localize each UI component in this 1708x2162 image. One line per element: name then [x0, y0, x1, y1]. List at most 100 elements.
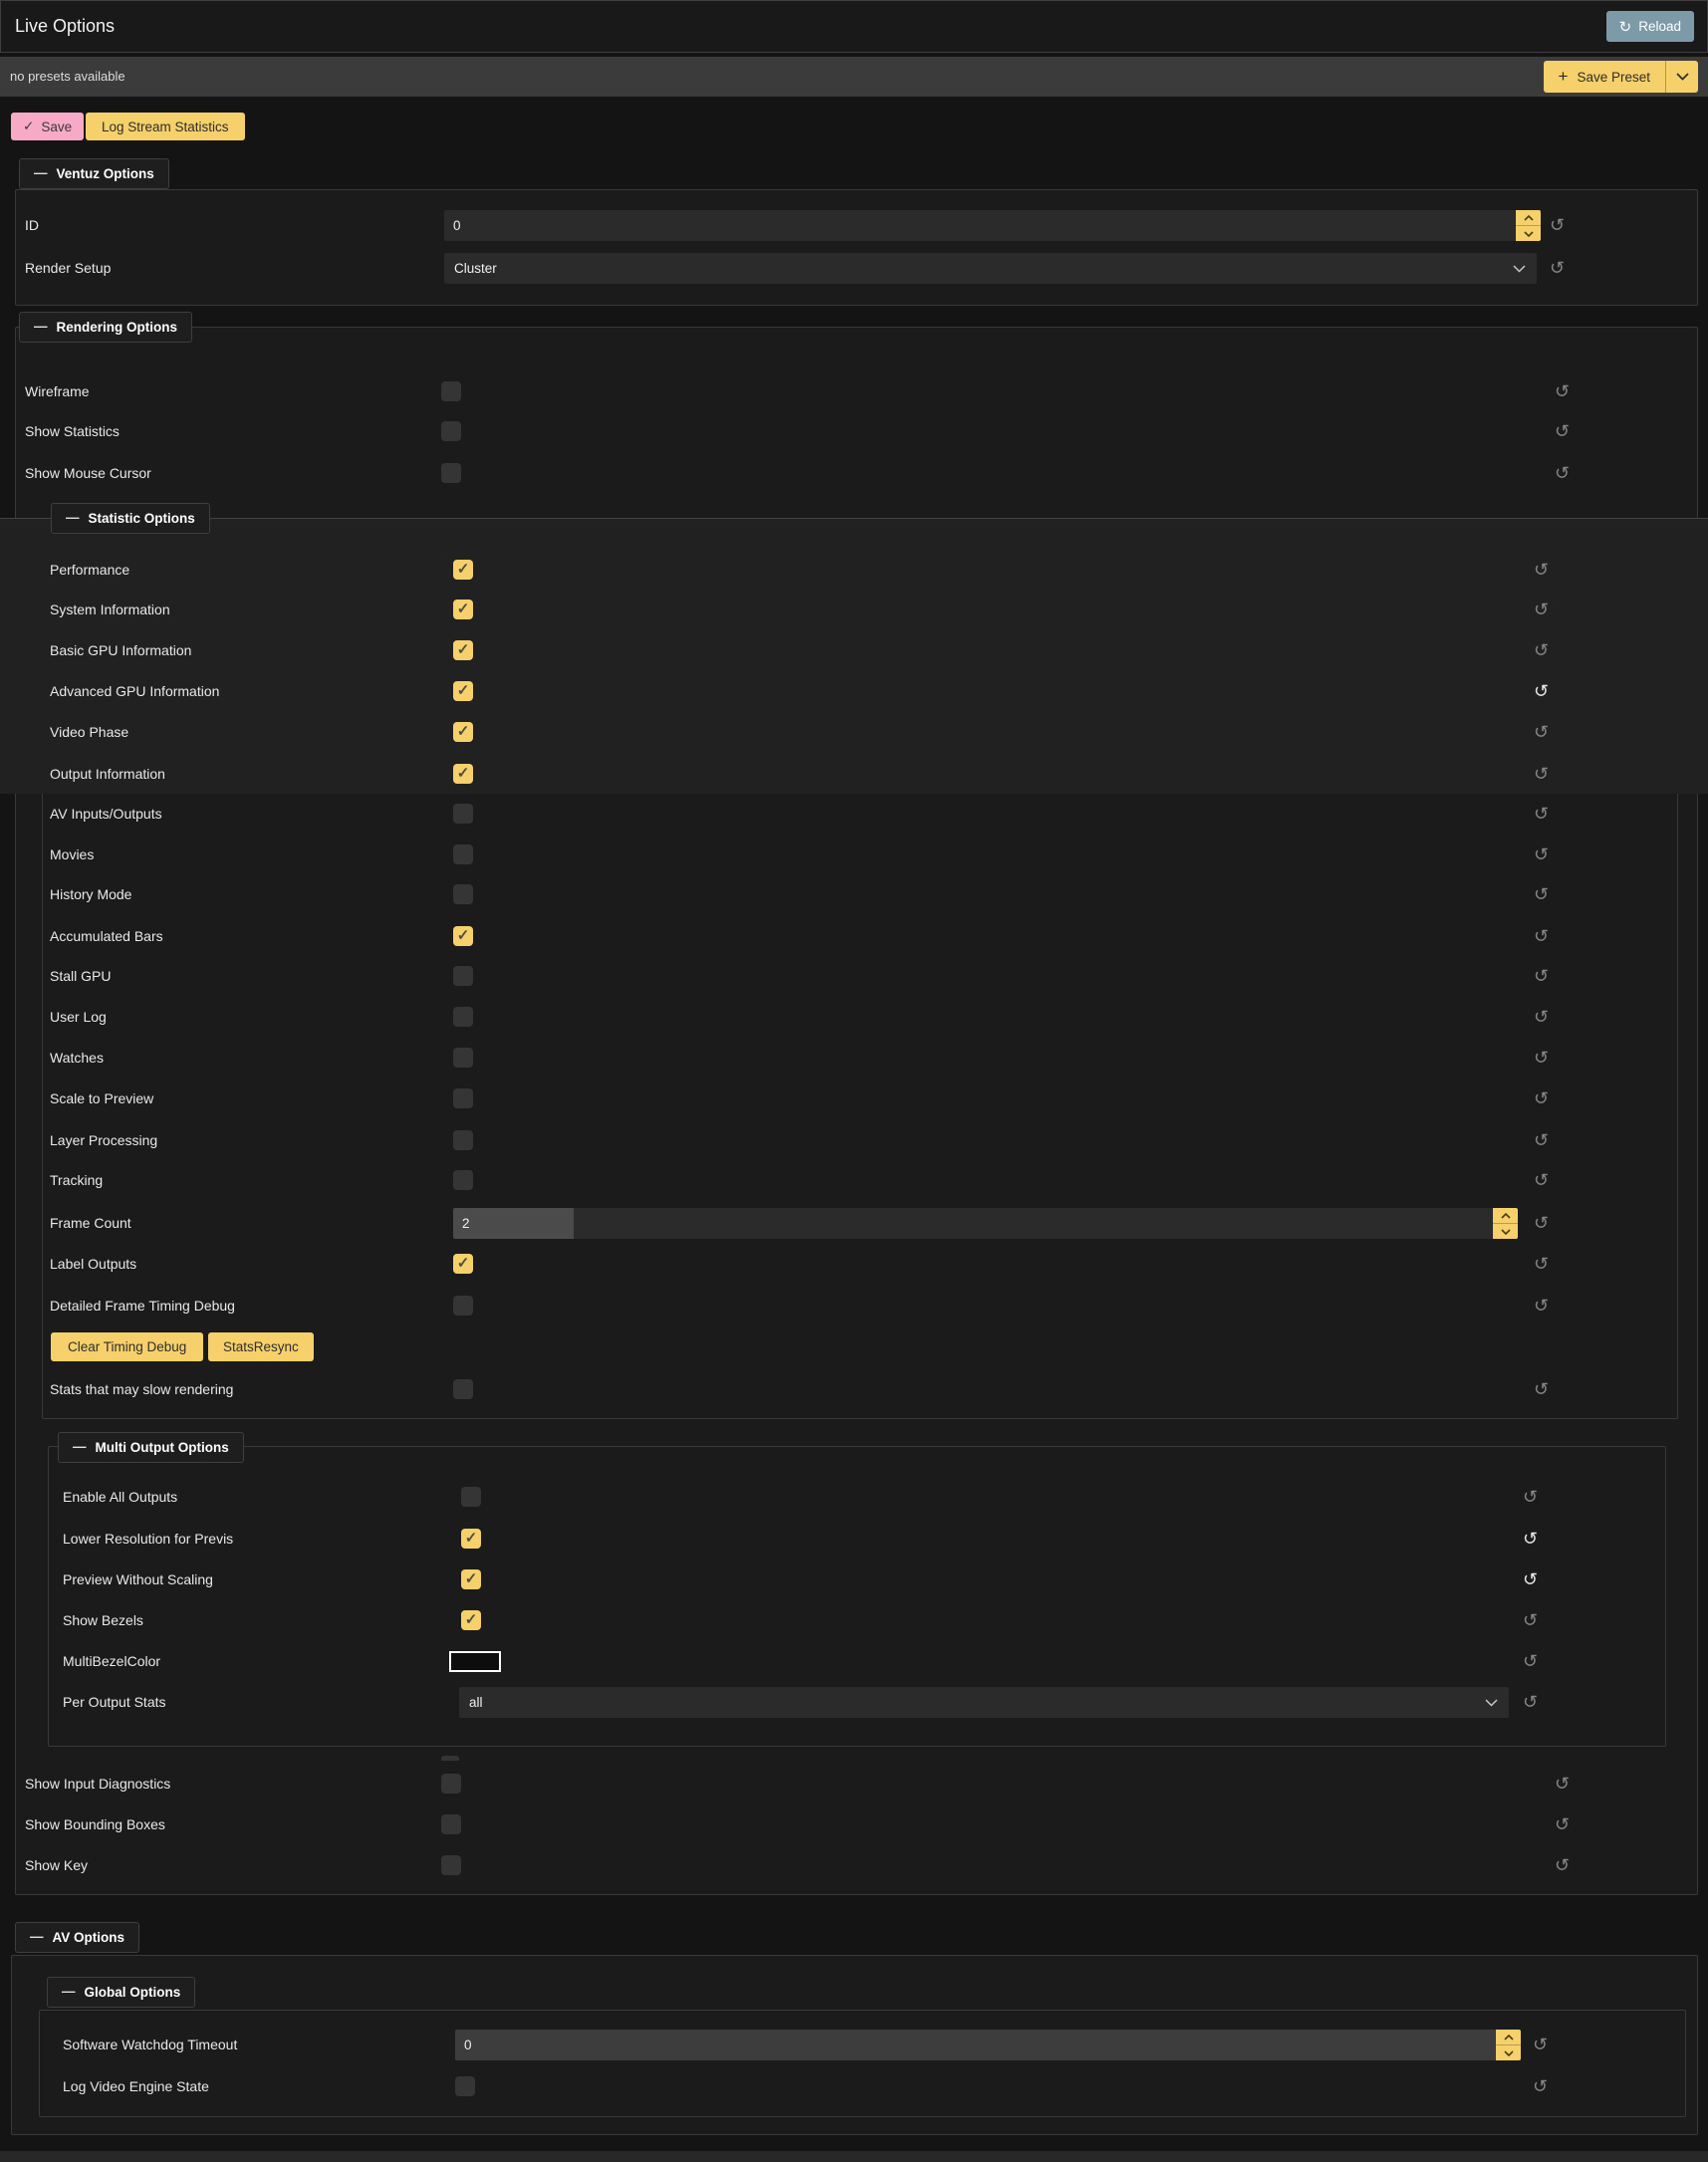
render-setup-select[interactable]: Cluster — [444, 253, 1537, 284]
collapse-icon: — — [34, 319, 48, 334]
detailed-frame-timing-checkbox[interactable]: ✓ — [453, 1296, 473, 1316]
basic-gpu-information-checkbox[interactable]: ✓ — [453, 640, 473, 660]
reset-icon[interactable]: ↺ — [1550, 253, 1565, 284]
reset-icon[interactable]: ↺ — [1534, 1043, 1549, 1073]
spin-up-icon[interactable] — [1493, 1208, 1518, 1223]
global-options-header[interactable]: — Global Options — [47, 1977, 195, 2008]
show-bezels-checkbox[interactable]: ✓ — [461, 1610, 481, 1630]
reset-icon[interactable]: ↺ — [1534, 1002, 1549, 1032]
reset-icon[interactable]: ↺ — [1523, 1605, 1538, 1635]
spin-up-icon[interactable] — [1516, 210, 1541, 225]
preview-without-scaling-checkbox[interactable]: ✓ — [461, 1569, 481, 1589]
reset-icon[interactable]: ↺ — [1534, 676, 1549, 706]
id-input[interactable]: 0 — [444, 210, 1516, 241]
reset-icon[interactable]: ↺ — [1534, 879, 1549, 909]
bezel-color-swatch[interactable] — [449, 1651, 501, 1672]
save-preset-dropdown-button[interactable] — [1666, 61, 1698, 93]
show-input-diagnostics-checkbox[interactable]: ✓ — [441, 1774, 461, 1794]
reload-button[interactable]: ↻ Reload — [1606, 11, 1694, 42]
watchdog-spinner[interactable] — [1496, 2030, 1521, 2060]
reset-icon[interactable]: ↺ — [1534, 595, 1549, 624]
log-video-engine-checkbox[interactable]: ✓ — [455, 2076, 475, 2096]
reset-icon[interactable]: ↺ — [1550, 210, 1565, 241]
advanced-gpu-information-checkbox[interactable]: ✓ — [453, 681, 473, 701]
reset-icon[interactable]: ↺ — [1555, 1769, 1570, 1799]
reset-icon[interactable]: ↺ — [1533, 2071, 1548, 2101]
wireframe-checkbox[interactable]: ✓ — [441, 381, 461, 401]
per-output-stats-select[interactable]: all — [459, 1687, 1509, 1718]
spin-up-icon[interactable] — [1496, 2030, 1521, 2044]
spin-down-icon[interactable] — [1516, 225, 1541, 241]
stats-resync-button[interactable]: StatsResync — [208, 1332, 314, 1361]
show-bounding-boxes-checkbox[interactable]: ✓ — [441, 1814, 461, 1834]
output-information-checkbox[interactable]: ✓ — [453, 764, 473, 784]
save-button[interactable]: ✓ Save — [11, 113, 84, 140]
reset-icon[interactable]: ↺ — [1533, 2030, 1548, 2060]
watches-checkbox[interactable]: ✓ — [453, 1048, 473, 1068]
av-inputs-outputs-checkbox[interactable]: ✓ — [453, 804, 473, 824]
performance-checkbox[interactable]: ✓ — [453, 560, 473, 580]
reset-icon[interactable]: ↺ — [1534, 555, 1549, 585]
spin-down-icon[interactable] — [1496, 2044, 1521, 2060]
save-preset-button[interactable]: + Save Preset — [1544, 61, 1665, 93]
tracking-checkbox[interactable]: ✓ — [453, 1170, 473, 1190]
reset-icon[interactable]: ↺ — [1555, 376, 1570, 406]
reset-icon[interactable]: ↺ — [1534, 717, 1549, 747]
per-output-stats-label: Per Output Stats — [63, 1687, 166, 1718]
show-statistics-checkbox[interactable]: ✓ — [441, 421, 461, 441]
accumulated-bars-checkbox[interactable]: ✓ — [453, 926, 473, 946]
layer-processing-checkbox[interactable]: ✓ — [453, 1130, 473, 1150]
spin-down-icon[interactable] — [1493, 1223, 1518, 1239]
reset-icon[interactable]: ↺ — [1523, 1646, 1538, 1676]
show-key-checkbox[interactable]: ✓ — [441, 1855, 461, 1875]
frame-count-input[interactable]: 2 — [453, 1208, 1493, 1239]
stall-gpu-checkbox[interactable]: ✓ — [453, 966, 473, 986]
reset-icon[interactable]: ↺ — [1534, 1165, 1549, 1195]
enable-all-outputs-checkbox[interactable]: ✓ — [461, 1487, 481, 1507]
av-options-header[interactable]: — AV Options — [15, 1922, 139, 1953]
reset-icon[interactable]: ↺ — [1523, 1687, 1538, 1718]
id-spinner[interactable] — [1516, 210, 1541, 241]
lower-resolution-previs-checkbox[interactable]: ✓ — [461, 1529, 481, 1549]
reset-icon[interactable]: ↺ — [1555, 458, 1570, 488]
show-mouse-cursor-checkbox[interactable]: ✓ — [441, 463, 461, 483]
log-stream-statistics-button[interactable]: Log Stream Statistics — [86, 113, 245, 140]
frame-count-spinner[interactable] — [1493, 1208, 1518, 1239]
label-outputs-checkbox[interactable]: ✓ — [453, 1254, 473, 1274]
reset-icon[interactable]: ↺ — [1555, 1809, 1570, 1839]
reset-icon[interactable]: ↺ — [1523, 1524, 1538, 1554]
rendering-options-header[interactable]: — Rendering Options — [19, 312, 192, 343]
reset-icon[interactable]: ↺ — [1534, 1374, 1549, 1404]
reset-icon[interactable]: ↺ — [1534, 1125, 1549, 1155]
history-mode-checkbox[interactable]: ✓ — [453, 884, 473, 904]
reset-icon[interactable]: ↺ — [1555, 1850, 1570, 1880]
scale-to-preview-checkbox[interactable]: ✓ — [453, 1088, 473, 1108]
clear-timing-debug-button[interactable]: Clear Timing Debug — [51, 1332, 203, 1361]
reset-icon[interactable]: ↺ — [1534, 1291, 1549, 1321]
reset-icon[interactable]: ↺ — [1523, 1564, 1538, 1594]
watchdog-input[interactable]: 0 — [455, 2030, 1496, 2060]
video-phase-checkbox[interactable]: ✓ — [453, 722, 473, 742]
reset-icon[interactable]: ↺ — [1534, 840, 1549, 869]
system-information-checkbox[interactable]: ✓ — [453, 600, 473, 619]
option-label: Show Mouse Cursor — [25, 458, 151, 488]
multi-output-options-header[interactable]: — Multi Output Options — [58, 1432, 244, 1463]
slow-stats-checkbox[interactable]: ✓ — [453, 1379, 473, 1399]
ventuz-options-header[interactable]: — Ventuz Options — [19, 158, 169, 189]
reset-icon[interactable]: ↺ — [1534, 799, 1549, 829]
reset-icon[interactable]: ↺ — [1534, 961, 1549, 991]
user-log-checkbox[interactable]: ✓ — [453, 1007, 473, 1027]
reset-icon[interactable]: ↺ — [1523, 1482, 1538, 1512]
reset-icon[interactable]: ↺ — [1534, 1208, 1549, 1239]
movies-checkbox[interactable]: ✓ — [453, 844, 473, 864]
save-preset-split-button[interactable]: + Save Preset — [1544, 61, 1698, 93]
reset-icon[interactable]: ↺ — [1534, 635, 1549, 665]
horizontal-scrollbar[interactable] — [0, 2151, 1708, 2162]
option-label: Accumulated Bars — [50, 921, 163, 951]
reset-icon[interactable]: ↺ — [1534, 759, 1549, 789]
reset-icon[interactable]: ↺ — [1555, 416, 1570, 446]
statistic-options-header[interactable]: — Statistic Options — [51, 503, 210, 534]
reset-icon[interactable]: ↺ — [1534, 1249, 1549, 1279]
reset-icon[interactable]: ↺ — [1534, 921, 1549, 951]
reset-icon[interactable]: ↺ — [1534, 1083, 1549, 1113]
